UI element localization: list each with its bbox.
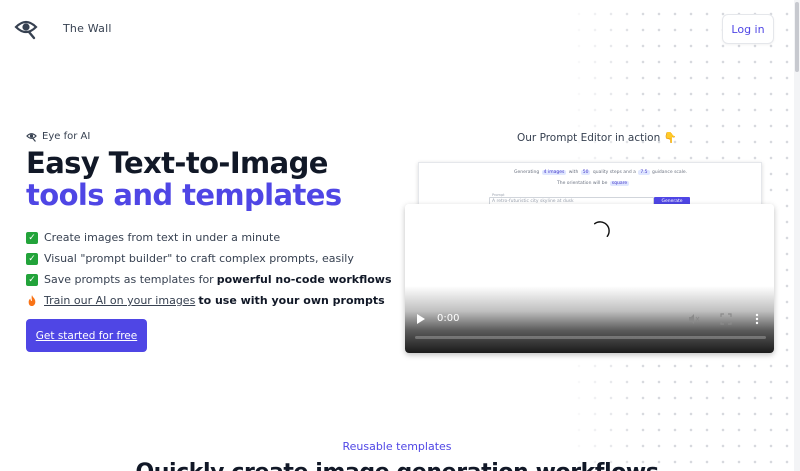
hero-eyebrow: Eye for AI — [26, 131, 90, 142]
feature-item: Train our AI on your images to use with … — [26, 290, 392, 311]
eyebrow-text: Eye for AI — [42, 131, 91, 142]
section-title: Quickly create image generation workflow… — [0, 460, 794, 471]
section-eyebrow: Reusable templates — [342, 440, 452, 453]
editor-caption: Our Prompt Editor in action 👇 — [517, 132, 677, 144]
more-options-icon[interactable] — [753, 313, 761, 325]
video-time: 0:00 — [437, 313, 460, 324]
demo-video-player[interactable]: 0:00 — [405, 204, 774, 353]
brand-name[interactable]: The Wall — [63, 22, 112, 35]
mute-icon[interactable] — [688, 313, 700, 325]
play-icon[interactable] — [417, 314, 425, 324]
hero-title-line1: Easy Text-to-Image — [26, 146, 328, 180]
page-scrollbar[interactable] — [794, 0, 800, 471]
preview-input-label: Prompt — [491, 193, 506, 197]
eye-logo-icon[interactable] — [14, 16, 38, 40]
prompt-editor-preview: Generating 4 images with 50 quality step… — [418, 162, 762, 210]
train-ai-link[interactable]: Train our AI on your images — [44, 294, 195, 307]
feature-list: ✓ Create images from text in under a min… — [26, 227, 392, 311]
site-header: The Wall Log in — [0, 0, 800, 60]
fire-icon — [26, 294, 38, 307]
video-progress-bar[interactable] — [415, 336, 766, 339]
loading-spinner-icon — [593, 221, 610, 238]
check-icon: ✓ — [26, 273, 38, 286]
eye-icon — [26, 133, 37, 142]
feature-item: ✓ Create images from text in under a min… — [26, 227, 392, 248]
hero-title-line2: tools and templates — [26, 178, 342, 212]
login-button[interactable]: Log in — [722, 14, 774, 44]
check-icon: ✓ — [26, 231, 38, 244]
get-started-button[interactable]: Get started for free — [26, 319, 147, 352]
check-icon: ✓ — [26, 252, 38, 265]
fullscreen-icon[interactable] — [720, 313, 732, 325]
feature-item: ✓ Visual "prompt builder" to craft compl… — [26, 248, 392, 269]
feature-item: ✓ Save prompts as templates for powerful… — [26, 269, 392, 290]
